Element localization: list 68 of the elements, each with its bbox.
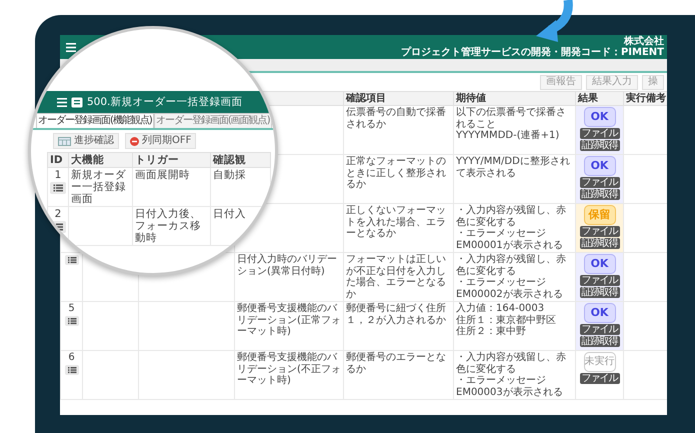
curved-arrow <box>536 0 573 42</box>
row-id: 6 <box>68 352 75 364</box>
expected-line: YYYY/MM/DDに整形されて表示される <box>456 156 571 179</box>
table-cell: フォーマットは正しいが不正な日付を入力した場合、エラーとなるか <box>344 252 454 302</box>
column-header: ID <box>48 152 68 168</box>
column-header: 大機能 <box>68 152 132 168</box>
evidence-button[interactable]: ファイル <box>580 275 620 286</box>
column-header: 確認観 <box>210 152 270 168</box>
table-cell: 郵便番号のエラーとなるか <box>344 350 454 400</box>
row-id: 1 <box>54 169 62 181</box>
expected-line: 以下の伝票番号で採番されること <box>456 107 567 130</box>
expected-line: ・入力内容が残留し、赤色に変化する <box>456 205 567 228</box>
stop-icon <box>130 136 139 146</box>
project-info: プロジェクト管理サービスの開発・開発コード：PIMENT <box>400 47 664 58</box>
result-button[interactable]: OK <box>584 254 616 274</box>
list-button[interactable] <box>50 182 66 194</box>
list-button[interactable] <box>64 316 78 326</box>
toolbar-button[interactable]: 進捗確認 <box>53 133 119 149</box>
document-icon <box>71 96 83 108</box>
column-header: 結果 <box>576 92 624 106</box>
evidence-button[interactable]: 証跡取得 <box>580 238 620 249</box>
result-button[interactable]: OK <box>584 156 616 176</box>
expected-line: ・エラーメッセージEM00002が表示される <box>456 277 564 300</box>
evidence-button[interactable]: ファイル <box>580 324 620 335</box>
table-cell: 画面展開時 <box>132 168 210 206</box>
list-button[interactable] <box>64 365 78 375</box>
column-header: 実行備考 <box>624 92 667 106</box>
column-header: トリガー <box>132 152 210 168</box>
result-button[interactable]: OK <box>584 303 616 323</box>
table-cell: 郵便番号支援機能のバリデーション(不正フォーマット時) <box>234 350 344 400</box>
expected-line: 住所１：東京都中野区 <box>456 314 557 326</box>
toolbar-button[interactable]: 列同期OFF <box>125 133 196 149</box>
table-cell: 新規オーダー一括登録画面 <box>68 168 132 206</box>
table-cell: 正しくないフォーマットを入れた場合、エラーとなるか <box>344 204 454 252</box>
grid-icon <box>58 136 71 146</box>
table-cell: 郵便番号に紐づく住所１，２が入力されるか <box>344 302 454 350</box>
evidence-button[interactable]: 証跡取得 <box>580 189 620 200</box>
menu-icon[interactable] <box>57 98 67 106</box>
evidence-button[interactable]: 証跡取得 <box>580 336 620 347</box>
screen-title: 500.新規オーダー一括登録画面 <box>87 95 242 109</box>
column-header: 期待値 <box>454 92 576 106</box>
evidence-button[interactable]: ファイル <box>580 373 620 384</box>
evidence-button[interactable]: ファイル <box>580 177 620 188</box>
evidence-button[interactable]: 証跡取得 <box>580 287 620 298</box>
evidence-button[interactable]: ファイル <box>580 128 620 139</box>
expected-line: ・エラーメッセージEM00003が表示される <box>456 375 564 398</box>
table-cell: 正常なフォーマットのときに正しく整形されるか <box>344 154 454 204</box>
table-cell: 伝票番号の自動で採番されるか <box>344 106 454 154</box>
evidence-button[interactable]: 証跡取得 <box>580 140 620 151</box>
expected-line: ・エラーメッセージEM00001が表示される <box>456 228 564 251</box>
expected-line: YYYYMMDD-(連番+1) <box>456 130 560 142</box>
row-id: 5 <box>68 303 75 315</box>
menu-icon[interactable] <box>66 42 76 52</box>
expected-line: ・入力内容が残留し、赤色に変化する <box>456 254 567 277</box>
evidence-button[interactable]: ファイル <box>580 226 620 237</box>
tab[interactable]: オーダー登録画面(機能観点) <box>36 113 154 128</box>
expected-line: ・入力内容が残留し、赤色に変化する <box>456 352 567 375</box>
expected-line: 住所２：東中野 <box>456 326 527 338</box>
list-button[interactable] <box>64 255 78 265</box>
table-cell: 日付入力後、フォーカス移動時 <box>132 206 210 246</box>
company-name: 株式会社 <box>624 36 664 47</box>
column-header: 確認項目 <box>344 92 454 106</box>
table-cell: 自動採 <box>210 168 270 206</box>
result-button[interactable]: OK <box>584 107 616 127</box>
tab[interactable]: オーダー登録画面(画面観点) <box>154 113 272 128</box>
row-id: 2 <box>54 208 62 220</box>
table-cell: 郵便番号支援機能のバリデーション(正常フォーマット時) <box>234 302 344 350</box>
expected-line: 入力値：164-0003 <box>456 303 546 314</box>
